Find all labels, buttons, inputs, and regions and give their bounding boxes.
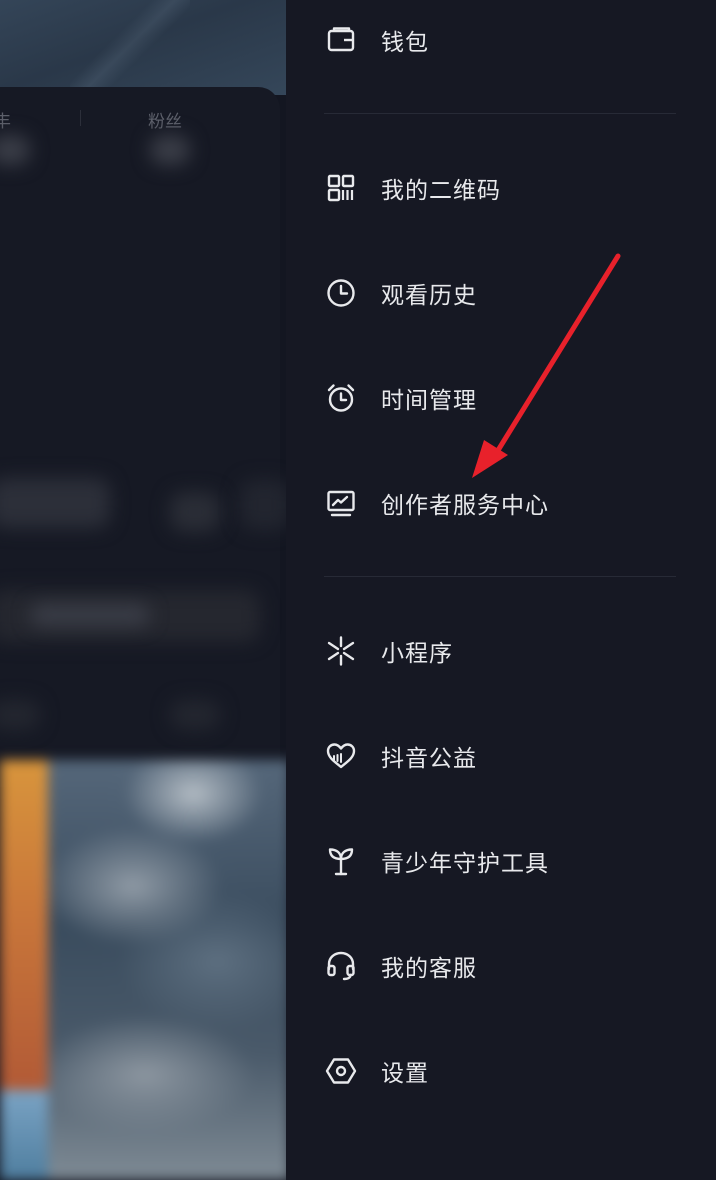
profile-background: 丰 粉丝	[0, 0, 290, 1180]
side-drawer: 钱包 我的二维码 观看历史 时间管理 创作者服务中心 小程序 抖音公益 青少年守…	[286, 0, 716, 1180]
menu-item-youth-protection[interactable]: 青少年守护工具	[324, 831, 678, 891]
blurred-video-thumbnails	[0, 760, 290, 1180]
blurred-icon	[170, 492, 220, 532]
section-divider	[324, 113, 676, 114]
menu-item-qrcode[interactable]: 我的二维码	[324, 158, 678, 218]
hexagon-settings-icon	[324, 1054, 358, 1088]
headset-icon	[324, 949, 358, 983]
asterisk-icon	[324, 634, 358, 668]
blurred-icon-2	[240, 480, 290, 530]
clock-icon	[324, 276, 358, 310]
menu-label: 小程序	[381, 641, 453, 667]
menu-label: 我的客服	[381, 956, 477, 982]
menu-item-history[interactable]: 观看历史	[324, 263, 678, 323]
blurred-tab-2	[170, 700, 220, 730]
alarm-clock-icon	[324, 381, 358, 415]
stat-divider	[80, 110, 81, 126]
menu-label: 青少年守护工具	[381, 851, 549, 877]
section-divider	[324, 576, 676, 577]
heart-icon	[324, 739, 358, 773]
menu-item-charity[interactable]: 抖音公益	[324, 726, 678, 786]
blurred-button	[0, 478, 110, 528]
menu-label: 我的二维码	[381, 178, 501, 204]
blurred-tab	[0, 700, 40, 730]
menu-item-creator-center[interactable]: 创作者服务中心	[324, 473, 678, 533]
stat-value-blur	[0, 135, 30, 165]
menu-label: 抖音公益	[381, 746, 477, 772]
monitor-chart-icon	[324, 486, 358, 520]
blurred-bar-text	[30, 604, 150, 626]
menu-item-time-management[interactable]: 时间管理	[324, 368, 678, 428]
menu-label: 时间管理	[381, 388, 477, 414]
sprout-icon	[324, 844, 358, 878]
menu-item-wallet[interactable]: 钱包	[324, 10, 678, 70]
stat-label-fans: 粉丝	[148, 112, 182, 132]
header-decoration	[70, 0, 190, 100]
menu-label: 钱包	[381, 30, 429, 56]
qr-code-icon	[324, 171, 358, 205]
menu-label: 设置	[381, 1061, 429, 1087]
menu-item-customer-service[interactable]: 我的客服	[324, 936, 678, 996]
fans-value-blur	[150, 135, 190, 165]
profile-card	[0, 87, 280, 787]
wallet-icon	[324, 23, 358, 57]
menu-label: 创作者服务中心	[381, 493, 549, 519]
menu-item-settings[interactable]: 设置	[324, 1041, 678, 1101]
stat-label-partial: 丰	[0, 112, 11, 132]
menu-label: 观看历史	[381, 283, 477, 309]
menu-item-mini-program[interactable]: 小程序	[324, 621, 678, 681]
